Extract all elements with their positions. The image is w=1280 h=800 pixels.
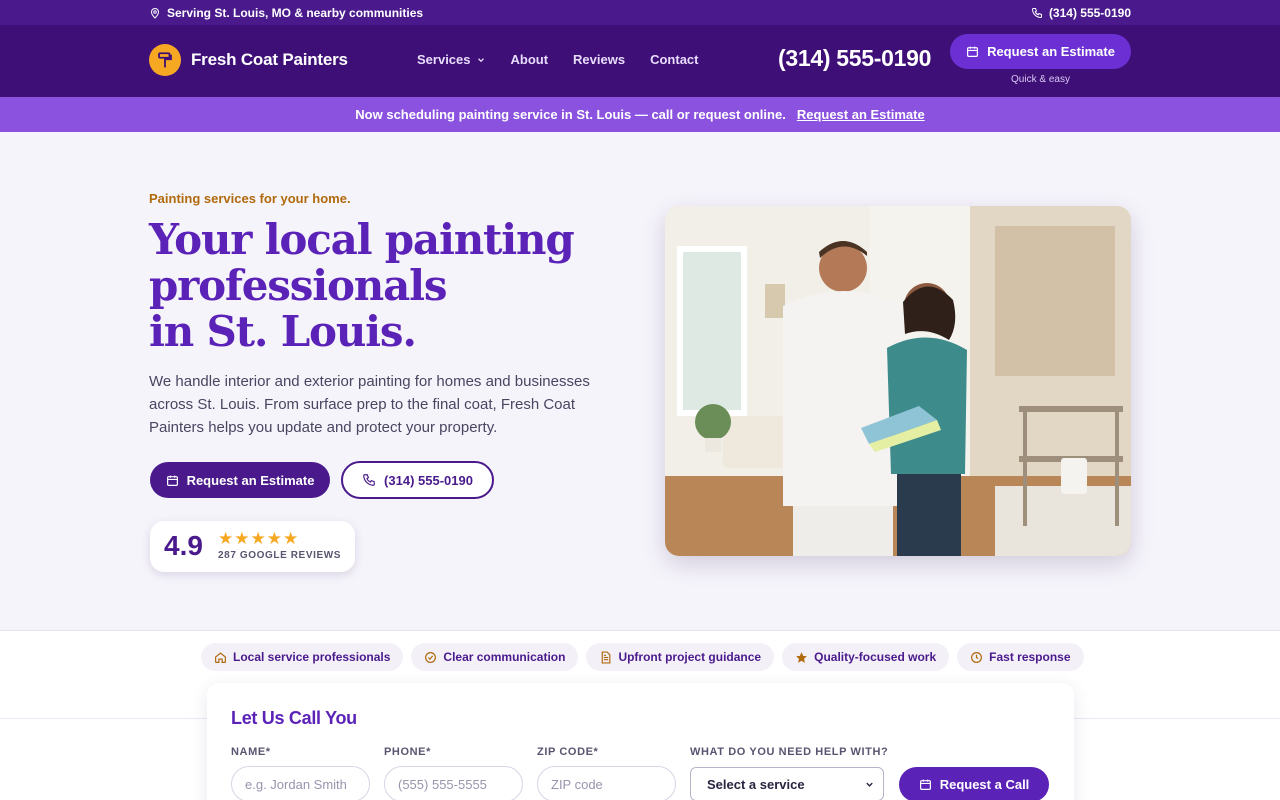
hero-phone-button[interactable]: (314) 555-0190 — [341, 461, 494, 499]
announcement-estimate-link[interactable]: Request an Estimate — [797, 107, 925, 122]
service-area-text: Serving St. Louis, MO & nearby communiti… — [167, 6, 424, 20]
main-nav: Services About Reviews Contact — [417, 52, 698, 67]
request-call-label: Request a Call — [939, 777, 1030, 792]
header-estimate-button[interactable]: Request an Estimate — [950, 34, 1131, 69]
trust-chip: Upfront project guidance — [586, 643, 775, 671]
service-label: WHAT DO YOU NEED HELP WITH? — [690, 746, 889, 758]
paint-roller-icon — [149, 44, 181, 76]
hero-estimate-label: Request an Estimate — [186, 472, 315, 488]
zip-input[interactable] — [537, 766, 676, 800]
brand-name: Fresh Coat Painters — [191, 50, 348, 69]
chevron-down-icon — [477, 57, 484, 62]
brand-logo-link[interactable]: Fresh Coat Painters — [149, 44, 348, 76]
trust-chip-label: Upfront project guidance — [618, 650, 762, 664]
service-select-value: Select a service — [707, 776, 805, 792]
trust-chip: Local service professionals — [201, 643, 404, 671]
calendar-icon — [166, 475, 178, 486]
star-rating-icon: ★★★★★ — [218, 529, 300, 548]
nav-item-contact[interactable]: Contact — [650, 52, 698, 67]
calendar-icon — [967, 46, 979, 57]
review-count: 287 GOOGLE REVIEWS — [218, 550, 342, 561]
utility-bar: Serving St. Louis, MO & nearby communiti… — [0, 0, 1280, 25]
phone-label: PHONE* — [384, 746, 431, 758]
trust-chip-label: Local service professionals — [233, 650, 391, 664]
zip-label: ZIP CODE* — [537, 746, 599, 758]
hero-title-line: in St. Louis. — [149, 307, 417, 356]
trust-chip: Fast response — [957, 643, 1084, 671]
service-area: Serving St. Louis, MO & nearby communiti… — [149, 6, 423, 20]
check-circle-icon — [425, 651, 437, 663]
trust-chip-label: Quality-focused work — [814, 650, 937, 664]
header-phone-link[interactable]: (314) 555-0190 — [778, 45, 931, 72]
hero-description: We handle interior and exterior painting… — [149, 373, 590, 436]
rating-score: 4.9 — [164, 530, 203, 561]
nav-item-services[interactable]: Services — [417, 52, 486, 67]
trust-chip-label: Fast response — [989, 650, 1071, 664]
rating-badge: 4.9 ★★★★★ 287 GOOGLE REVIEWS — [150, 521, 355, 572]
service-select[interactable]: Select a service — [690, 767, 884, 800]
hero-title-line: Your local painting — [149, 215, 575, 264]
hero-title: Your local painting professionals in St.… — [149, 217, 589, 355]
nav-item-reviews[interactable]: Reviews — [573, 52, 625, 67]
announcement-bar: Now scheduling painting service in St. L… — [0, 97, 1280, 132]
trust-chip: Quality-focused work — [782, 643, 950, 671]
chevron-down-icon — [866, 782, 873, 787]
nav-item-about[interactable]: About — [511, 52, 549, 67]
announcement-text: Now scheduling painting service in St. L… — [355, 107, 786, 122]
utility-phone-link[interactable]: (314) 555-0190 — [1031, 6, 1131, 20]
hero-eyebrow: Painting services for your home. — [149, 191, 351, 206]
document-icon — [602, 650, 611, 664]
nav-item-label: Services — [417, 52, 471, 67]
name-input[interactable] — [231, 766, 370, 800]
header-estimate-label: Request an Estimate — [987, 44, 1115, 59]
location-pin-icon — [150, 8, 160, 19]
phone-icon — [1031, 8, 1042, 19]
name-label: NAME* — [231, 746, 271, 758]
utility-phone-text: (314) 555-0190 — [1048, 6, 1131, 20]
request-call-button[interactable]: Request a Call — [899, 767, 1049, 800]
clock-icon — [971, 651, 983, 663]
trust-chips: Local service professionals Clear commun… — [201, 643, 1084, 671]
trust-chip-label: Clear communication — [443, 650, 566, 664]
header-cta-subtext: Quick & easy — [1011, 74, 1070, 85]
trust-chip: Clear communication — [411, 643, 579, 671]
hero-photo — [665, 206, 1131, 556]
hero-title-line: professionals — [149, 261, 448, 310]
phone-input[interactable] — [384, 766, 523, 800]
home-icon — [215, 651, 226, 663]
calendar-icon — [919, 779, 931, 790]
hero-phone-label: (314) 555-0190 — [384, 472, 473, 488]
phone-icon — [363, 474, 375, 486]
site-header: Fresh Coat Painters Services About Revie… — [0, 25, 1280, 97]
callback-form-title: Let Us Call You — [231, 708, 357, 728]
hero-estimate-button[interactable]: Request an Estimate — [150, 462, 330, 498]
callback-form-card: Let Us Call You NAME* PHONE* ZIP CODE* W… — [207, 683, 1074, 800]
hero-section: Painting services for your home. Your lo… — [0, 132, 1280, 630]
star-icon — [796, 651, 808, 663]
